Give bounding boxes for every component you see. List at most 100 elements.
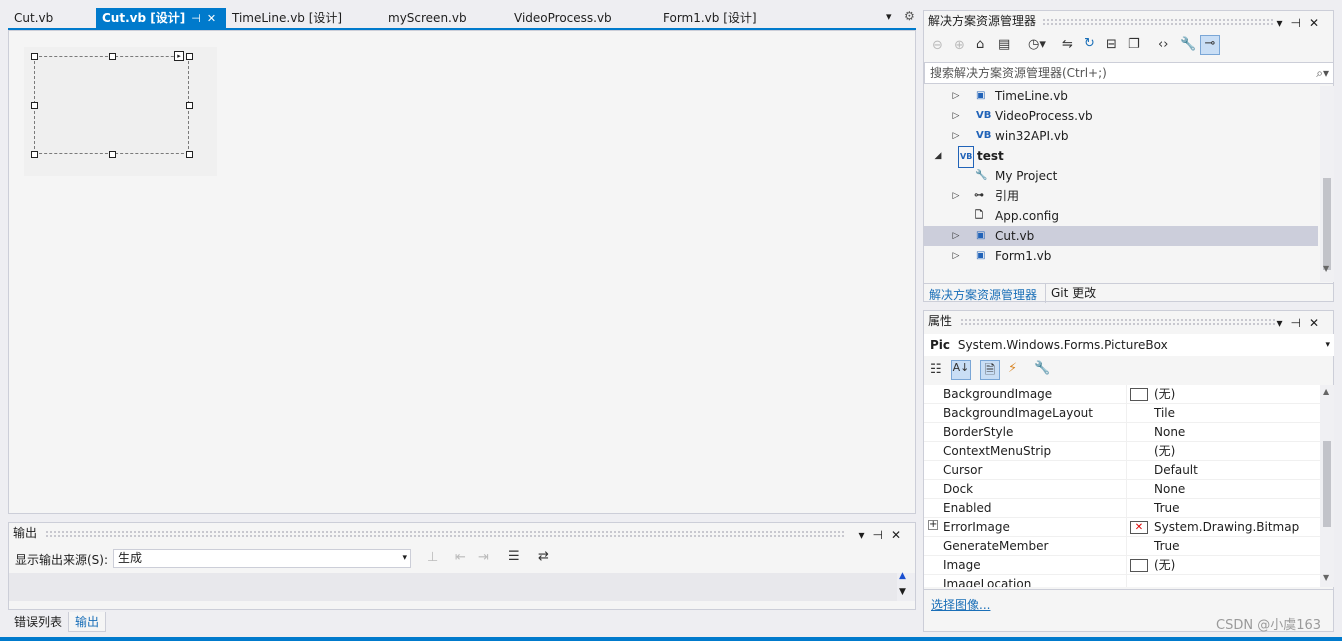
refresh-icon[interactable]: ↻ xyxy=(1084,36,1095,51)
expand-arrow-icon[interactable]: ▷ xyxy=(951,106,961,126)
property-pages-icon[interactable]: 🔧 xyxy=(1034,361,1050,376)
tab-cut-vb[interactable]: Cut.vb xyxy=(8,8,96,28)
tab-timeline-design[interactable]: TimeLine.vb [设计] xyxy=(226,8,384,28)
property-row[interactable]: Image (无) xyxy=(924,556,1320,575)
tree-item-cut[interactable]: ▷ ▣ Cut.vb xyxy=(924,226,1318,246)
output-text-area[interactable] xyxy=(9,573,897,601)
solution-search-input[interactable]: 搜索解决方案资源管理器(Ctrl+;) ⌕▾ xyxy=(924,62,1334,84)
property-row[interactable]: GenerateMember True xyxy=(924,537,1320,556)
scroll-up-icon[interactable]: ▲ xyxy=(899,571,906,581)
property-row[interactable]: BorderStyle None xyxy=(924,423,1320,442)
property-row[interactable]: ImageLocation xyxy=(924,575,1320,587)
gear-icon[interactable]: ⚙ xyxy=(904,9,915,23)
property-row[interactable]: Cursor Default xyxy=(924,461,1320,480)
scroll-down-icon[interactable]: ▼ xyxy=(1323,573,1329,582)
tab-error-list[interactable]: 错误列表 xyxy=(8,612,68,632)
preview-selected-icon[interactable]: ⊸ xyxy=(1200,35,1220,55)
tree-item-my-project[interactable]: 🔧 My Project xyxy=(924,166,1318,186)
panel-buttons[interactable]: ▾⊣✕ xyxy=(858,525,909,545)
panel-buttons[interactable]: ▾⊣✕ xyxy=(1276,13,1327,33)
property-row[interactable]: Dock None xyxy=(924,480,1320,499)
tab-myscreen[interactable]: myScreen.vb xyxy=(382,8,508,28)
form-surface[interactable]: ▸ xyxy=(24,47,217,176)
close-icon[interactable]: ✕ xyxy=(207,12,216,25)
pin-icon[interactable]: ⊣ xyxy=(191,12,201,25)
property-row[interactable]: BackgroundImage (无) xyxy=(924,385,1320,404)
tab-solution-explorer[interactable]: 解决方案资源管理器 xyxy=(929,286,1037,303)
tree-item-app-config[interactable]: 🗋 App.config xyxy=(924,206,1318,226)
tab-form1-design[interactable]: Form1.vb [设计] xyxy=(657,8,801,28)
property-value[interactable]: (无) xyxy=(1126,556,1320,575)
property-row[interactable]: ContextMenuStrip (无) xyxy=(924,442,1320,461)
tree-item-test-project[interactable]: ◢ VB test xyxy=(924,146,1318,168)
properties-icon[interactable]: 🔧 xyxy=(1180,37,1196,52)
picturebox-control[interactable] xyxy=(34,56,189,154)
resize-handle[interactable] xyxy=(109,53,116,60)
property-value[interactable]: None xyxy=(1126,423,1320,442)
property-value[interactable]: (无) xyxy=(1126,385,1320,404)
choose-image-link[interactable]: 选择图像... xyxy=(931,596,990,613)
property-row[interactable]: Enabled True xyxy=(924,499,1320,518)
back-icon[interactable]: ⊖ xyxy=(932,38,943,53)
expand-arrow-icon[interactable]: ▷ xyxy=(951,126,961,146)
resize-handle[interactable] xyxy=(186,151,193,158)
show-all-files-icon[interactable]: ❐ xyxy=(1128,37,1140,52)
tree-item-win32api[interactable]: ▷ VB win32API.vb xyxy=(924,126,1318,146)
resize-handle[interactable] xyxy=(31,102,38,109)
scroll-down-icon[interactable]: ▼ xyxy=(899,587,906,597)
scrollbar-thumb[interactable] xyxy=(1323,441,1331,527)
property-value[interactable]: None xyxy=(1126,480,1320,499)
property-value[interactable]: (无) xyxy=(1126,442,1320,461)
expand-arrow-icon[interactable]: ▷ xyxy=(951,186,961,206)
switch-views-icon[interactable]: ▤ xyxy=(998,37,1010,52)
tab-videoprocess[interactable]: VideoProcess.vb xyxy=(508,8,657,28)
properties-view-icon[interactable]: 🗎 xyxy=(980,360,1000,380)
output-source-dropdown[interactable]: 生成 ▾ xyxy=(113,549,411,568)
property-value[interactable]: True xyxy=(1126,499,1320,518)
property-value[interactable]: Default xyxy=(1126,461,1320,480)
expand-arrow-icon[interactable]: ▷ xyxy=(951,246,961,266)
prev-message-icon[interactable]: ⇤ xyxy=(455,550,466,565)
tree-item-videoprocess[interactable]: ▷ VB VideoProcess.vb xyxy=(924,106,1318,126)
property-row[interactable]: + ErrorImage ✕ System.Drawing.Bitmap xyxy=(924,518,1320,537)
property-value[interactable] xyxy=(1126,575,1320,587)
find-message-icon[interactable]: ⊥ xyxy=(427,550,438,565)
categorized-icon[interactable]: ☷ xyxy=(930,362,942,377)
resize-handle[interactable] xyxy=(31,151,38,158)
view-code-icon[interactable]: ‹› xyxy=(1158,37,1168,52)
resize-handle[interactable] xyxy=(186,53,193,60)
sync-icon[interactable]: ⇋ xyxy=(1062,37,1073,52)
next-message-icon[interactable]: ⇥ xyxy=(478,550,489,565)
scroll-down-icon[interactable]: ▼ xyxy=(1323,264,1329,273)
property-row[interactable]: BackgroundImageLayout Tile xyxy=(924,404,1320,423)
clear-all-icon[interactable]: ☰ xyxy=(508,549,520,564)
expand-icon[interactable]: + xyxy=(928,520,938,530)
object-selector[interactable]: Pic System.Windows.Forms.PictureBox ▾ xyxy=(924,334,1334,356)
alphabetical-icon[interactable]: A↓ xyxy=(951,360,971,380)
tab-dropdown-icon[interactable]: ▾ xyxy=(886,10,892,23)
tab-cut-vb-design[interactable]: Cut.vb [设计] ⊣ ✕ xyxy=(96,8,226,28)
resize-handle[interactable] xyxy=(186,102,193,109)
tab-output[interactable]: 输出 xyxy=(68,612,107,632)
resize-handle[interactable] xyxy=(109,151,116,158)
tab-git-changes[interactable]: Git 更改 xyxy=(1045,284,1101,303)
collapse-all-icon[interactable]: ⊟ xyxy=(1106,37,1117,52)
scrollbar-thumb[interactable] xyxy=(1323,178,1331,270)
expand-arrow-icon[interactable]: ▷ xyxy=(951,226,961,246)
property-scrollbar[interactable]: ▲ ▼ xyxy=(1320,385,1334,587)
scroll-up-icon[interactable]: ▲ xyxy=(1323,387,1329,396)
tree-item-timeline[interactable]: ▷ ▣ TimeLine.vb xyxy=(924,86,1318,106)
resize-handle[interactable] xyxy=(31,53,38,60)
smart-tag-icon[interactable]: ▸ xyxy=(174,51,184,61)
property-value[interactable]: True xyxy=(1126,537,1320,556)
output-scrollbar[interactable]: ▲ ▼ xyxy=(897,571,915,601)
pending-changes-icon[interactable]: ◷▾ xyxy=(1028,37,1046,52)
search-icon[interactable]: ⌕▾ xyxy=(1316,63,1329,83)
home-icon[interactable]: ⌂ xyxy=(976,37,984,52)
designer-surface[interactable]: ▸ xyxy=(8,30,916,514)
tree-item-form1[interactable]: ▷ ▣ Form1.vb xyxy=(924,246,1318,266)
forward-icon[interactable]: ⊕ xyxy=(954,38,965,53)
expand-arrow-icon[interactable]: ▷ xyxy=(951,86,961,106)
word-wrap-icon[interactable]: ⇄ xyxy=(538,549,549,564)
tree-scrollbar[interactable]: ▼ xyxy=(1320,86,1334,282)
